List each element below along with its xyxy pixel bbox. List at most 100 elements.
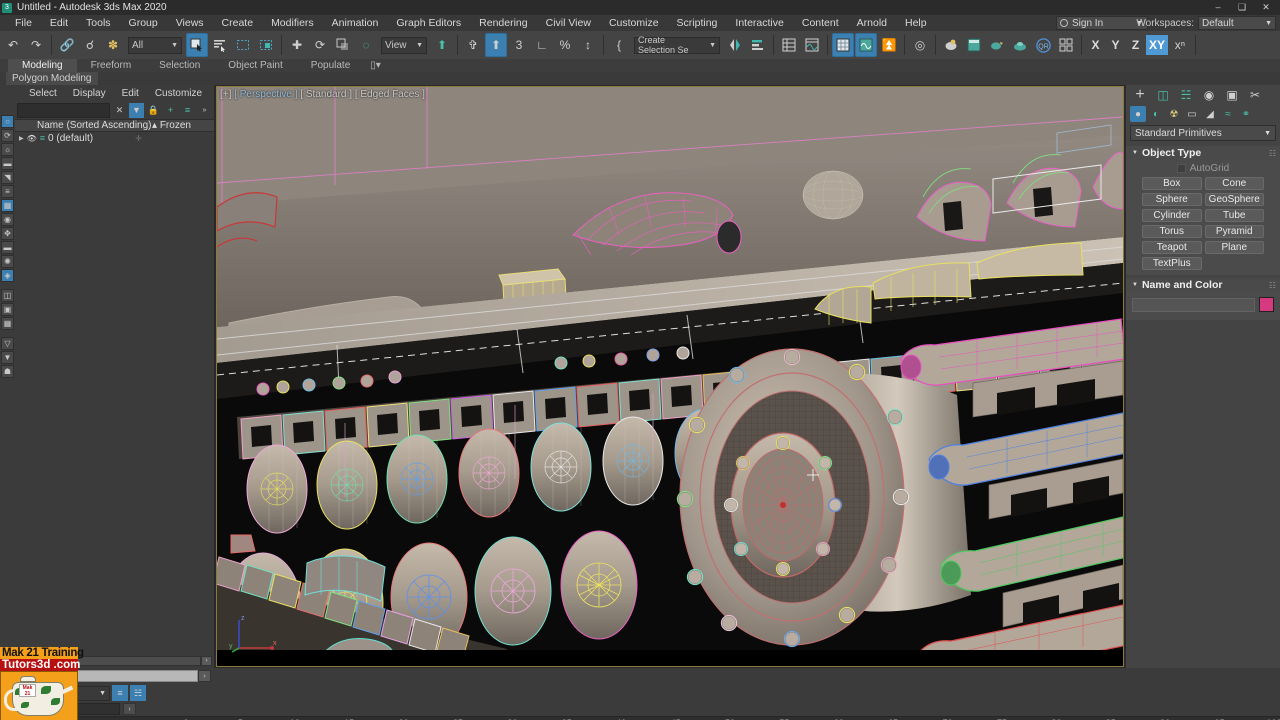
lock-icon[interactable]: 🔒 — [146, 103, 161, 118]
material-editor-icon[interactable] — [940, 33, 962, 57]
explorer-menu-select[interactable]: Select — [21, 88, 65, 99]
undo-button[interactable]: ↶ — [2, 33, 24, 57]
render-setup-icon[interactable] — [963, 33, 985, 57]
timeline-ruler[interactable]: 0510152025303540455055606570758085909510… — [0, 716, 1280, 720]
menu-item-views[interactable]: Views — [167, 15, 213, 31]
layers-icon[interactable]: ≡ — [1, 185, 14, 198]
spinner-snap-icon[interactable]: ↕ — [577, 33, 599, 57]
render-icon[interactable]: ▦ — [1, 199, 14, 212]
menu-item-file[interactable]: File — [6, 15, 41, 31]
layer-manager-icon[interactable]: ≡ — [112, 685, 128, 701]
move-icon[interactable]: ✚ — [286, 33, 308, 57]
named-selection-sets-dropdown[interactable]: Create Selection Se ▼ — [634, 35, 720, 55]
project-folder-icon[interactable] — [1055, 33, 1077, 57]
primitive-torus-button[interactable]: Torus — [1142, 225, 1202, 238]
menu-item-rendering[interactable]: Rendering — [470, 15, 536, 31]
menu-item-help[interactable]: Help — [896, 15, 936, 31]
camera-icon[interactable]: ▬ — [1, 157, 14, 170]
primitive-cylinder-button[interactable]: Cylinder — [1142, 209, 1202, 222]
column-header-frozen[interactable]: ▴ Frozen — [152, 120, 214, 131]
ribbon-tab-modeling[interactable]: Modeling — [8, 59, 77, 72]
redo-button[interactable]: ↷ — [25, 33, 47, 57]
display-tab-icon[interactable]: ▣ — [1221, 87, 1243, 104]
lights-icon[interactable]: ☢ — [1166, 106, 1182, 122]
layer-explorer-icon[interactable]: ☵ — [130, 685, 146, 701]
axis-constraint-z[interactable]: Z — [1126, 35, 1145, 55]
mirror-icon[interactable] — [724, 33, 746, 57]
systems-icon[interactable]: ⚭ — [1238, 106, 1254, 122]
close-icon[interactable]: ✕ — [112, 103, 127, 118]
menu-item-scripting[interactable]: Scripting — [668, 15, 727, 31]
select-by-name-icon[interactable] — [209, 33, 231, 57]
select-object-icon[interactable]: ○ — [1, 115, 14, 128]
minus-icon[interactable]: ▬ — [1, 241, 14, 254]
maximize-button[interactable]: ❑ — [1230, 0, 1254, 15]
ribbon-tab-populate[interactable]: Populate — [297, 59, 364, 72]
modify-tab-icon[interactable]: ◫ — [1152, 87, 1174, 104]
funnel-icon[interactable]: ▼ — [129, 102, 144, 118]
schematic-view-icon[interactable] — [855, 33, 877, 57]
menu-item-group[interactable]: Group — [120, 15, 167, 31]
sheet-icon[interactable]: ▦ — [1, 317, 14, 330]
chevron-right-icon[interactable]: » — [197, 103, 212, 118]
menu-item-content[interactable]: Content — [793, 15, 848, 31]
curve-editor-icon[interactable] — [832, 33, 854, 57]
primitive-plane-button[interactable]: Plane — [1204, 241, 1264, 254]
edit-named-selection-icon[interactable]: { — [608, 33, 630, 57]
rectangular-select-icon[interactable] — [232, 33, 254, 57]
object-color-swatch[interactable] — [1259, 297, 1274, 312]
search-input[interactable] — [17, 102, 110, 118]
viewport-label-plus[interactable]: [+] — [220, 89, 231, 100]
align-icon[interactable] — [747, 33, 769, 57]
name-and-color-rollout-header[interactable]: ▼ Name and Color ☷ — [1126, 278, 1280, 292]
particle-flow-icon[interactable]: ◎ — [909, 33, 931, 57]
axis-constraint-y[interactable]: Y — [1106, 35, 1125, 55]
window-crossing-icon[interactable] — [255, 33, 277, 57]
folder-icon[interactable]: ☗ — [1, 365, 14, 378]
column-header-name[interactable]: Name (Sorted Ascending) — [15, 120, 152, 131]
motion-tab-icon[interactable]: ◉ — [1198, 87, 1220, 104]
primitive-sphere-button[interactable]: Sphere — [1142, 193, 1202, 206]
use-pivot-icon[interactable]: ⬆ — [431, 33, 453, 57]
ribbon-tab-selection[interactable]: Selection — [145, 59, 214, 72]
ribbon-overflow-icon[interactable]: ▯▾ — [364, 59, 387, 72]
menu-item-tools[interactable]: Tools — [77, 15, 120, 31]
unlink-icon[interactable]: ☌ — [79, 33, 101, 57]
menu-item-arnold[interactable]: Arnold — [848, 15, 896, 31]
autogrid-row[interactable]: AutoGrid — [1130, 163, 1276, 174]
axis-constraint-xy[interactable]: XY — [1146, 35, 1168, 55]
primitive-teapot-button[interactable]: Teapot — [1142, 241, 1202, 254]
viewport-label-edged[interactable]: [ Edged Faces ] — [355, 89, 425, 100]
rendered-frame-icon[interactable] — [986, 33, 1008, 57]
scroll-right-button[interactable]: › — [201, 656, 212, 666]
spacewarp-icon[interactable]: ✥ — [1, 227, 14, 240]
layer-explorer-icon[interactable] — [778, 33, 800, 57]
workspaces-dropdown[interactable]: Default ▼ — [1198, 16, 1276, 30]
primitive-geosphere-button[interactable]: GeoSphere — [1204, 193, 1264, 206]
menu-item-modifiers[interactable]: Modifiers — [262, 15, 323, 31]
filter-off-icon[interactable]: ▽ — [1, 337, 14, 350]
refresh-icon[interactable]: ⟳ — [1, 129, 14, 142]
ribbon-tab-freeform[interactable]: Freeform — [77, 59, 146, 72]
primitive-cone-button[interactable]: Cone — [1204, 177, 1264, 190]
selection-filter-dropdown[interactable]: All ▼ — [128, 36, 182, 54]
material-icon[interactable]: ◉ — [1, 213, 14, 226]
table-row[interactable]: ▶ 👁 ≡ 0 (default) ✛ — [15, 132, 214, 144]
object-name-input[interactable] — [1132, 297, 1255, 312]
maxscript-go-button[interactable]: › — [123, 703, 136, 715]
create-tab-icon[interactable]: + — [1129, 86, 1151, 104]
light-icon[interactable]: ☼ — [1, 143, 14, 156]
rollout-pin-icon[interactable]: ☷ — [1269, 149, 1276, 158]
geometry-icon[interactable]: ◥ — [1, 171, 14, 184]
move-transform-icon[interactable]: ✞ — [462, 33, 484, 57]
close-button[interactable]: ✕ — [1254, 0, 1278, 15]
primitive-category-dropdown[interactable]: Standard Primitives ▼ — [1130, 125, 1276, 141]
snap-toggle-icon[interactable]: ⬆ — [485, 33, 507, 57]
track-view-icon[interactable]: ⏫ — [878, 33, 900, 57]
box-icon[interactable]: ▣ — [1, 303, 14, 316]
shapes-icon[interactable]: ◐ — [1148, 106, 1164, 122]
utilities-tab-icon[interactable]: ✂ — [1244, 87, 1266, 104]
percent-snap-icon[interactable]: % — [554, 33, 576, 57]
eye-icon[interactable]: 👁 — [27, 134, 37, 143]
render-production-icon[interactable] — [1009, 33, 1031, 57]
